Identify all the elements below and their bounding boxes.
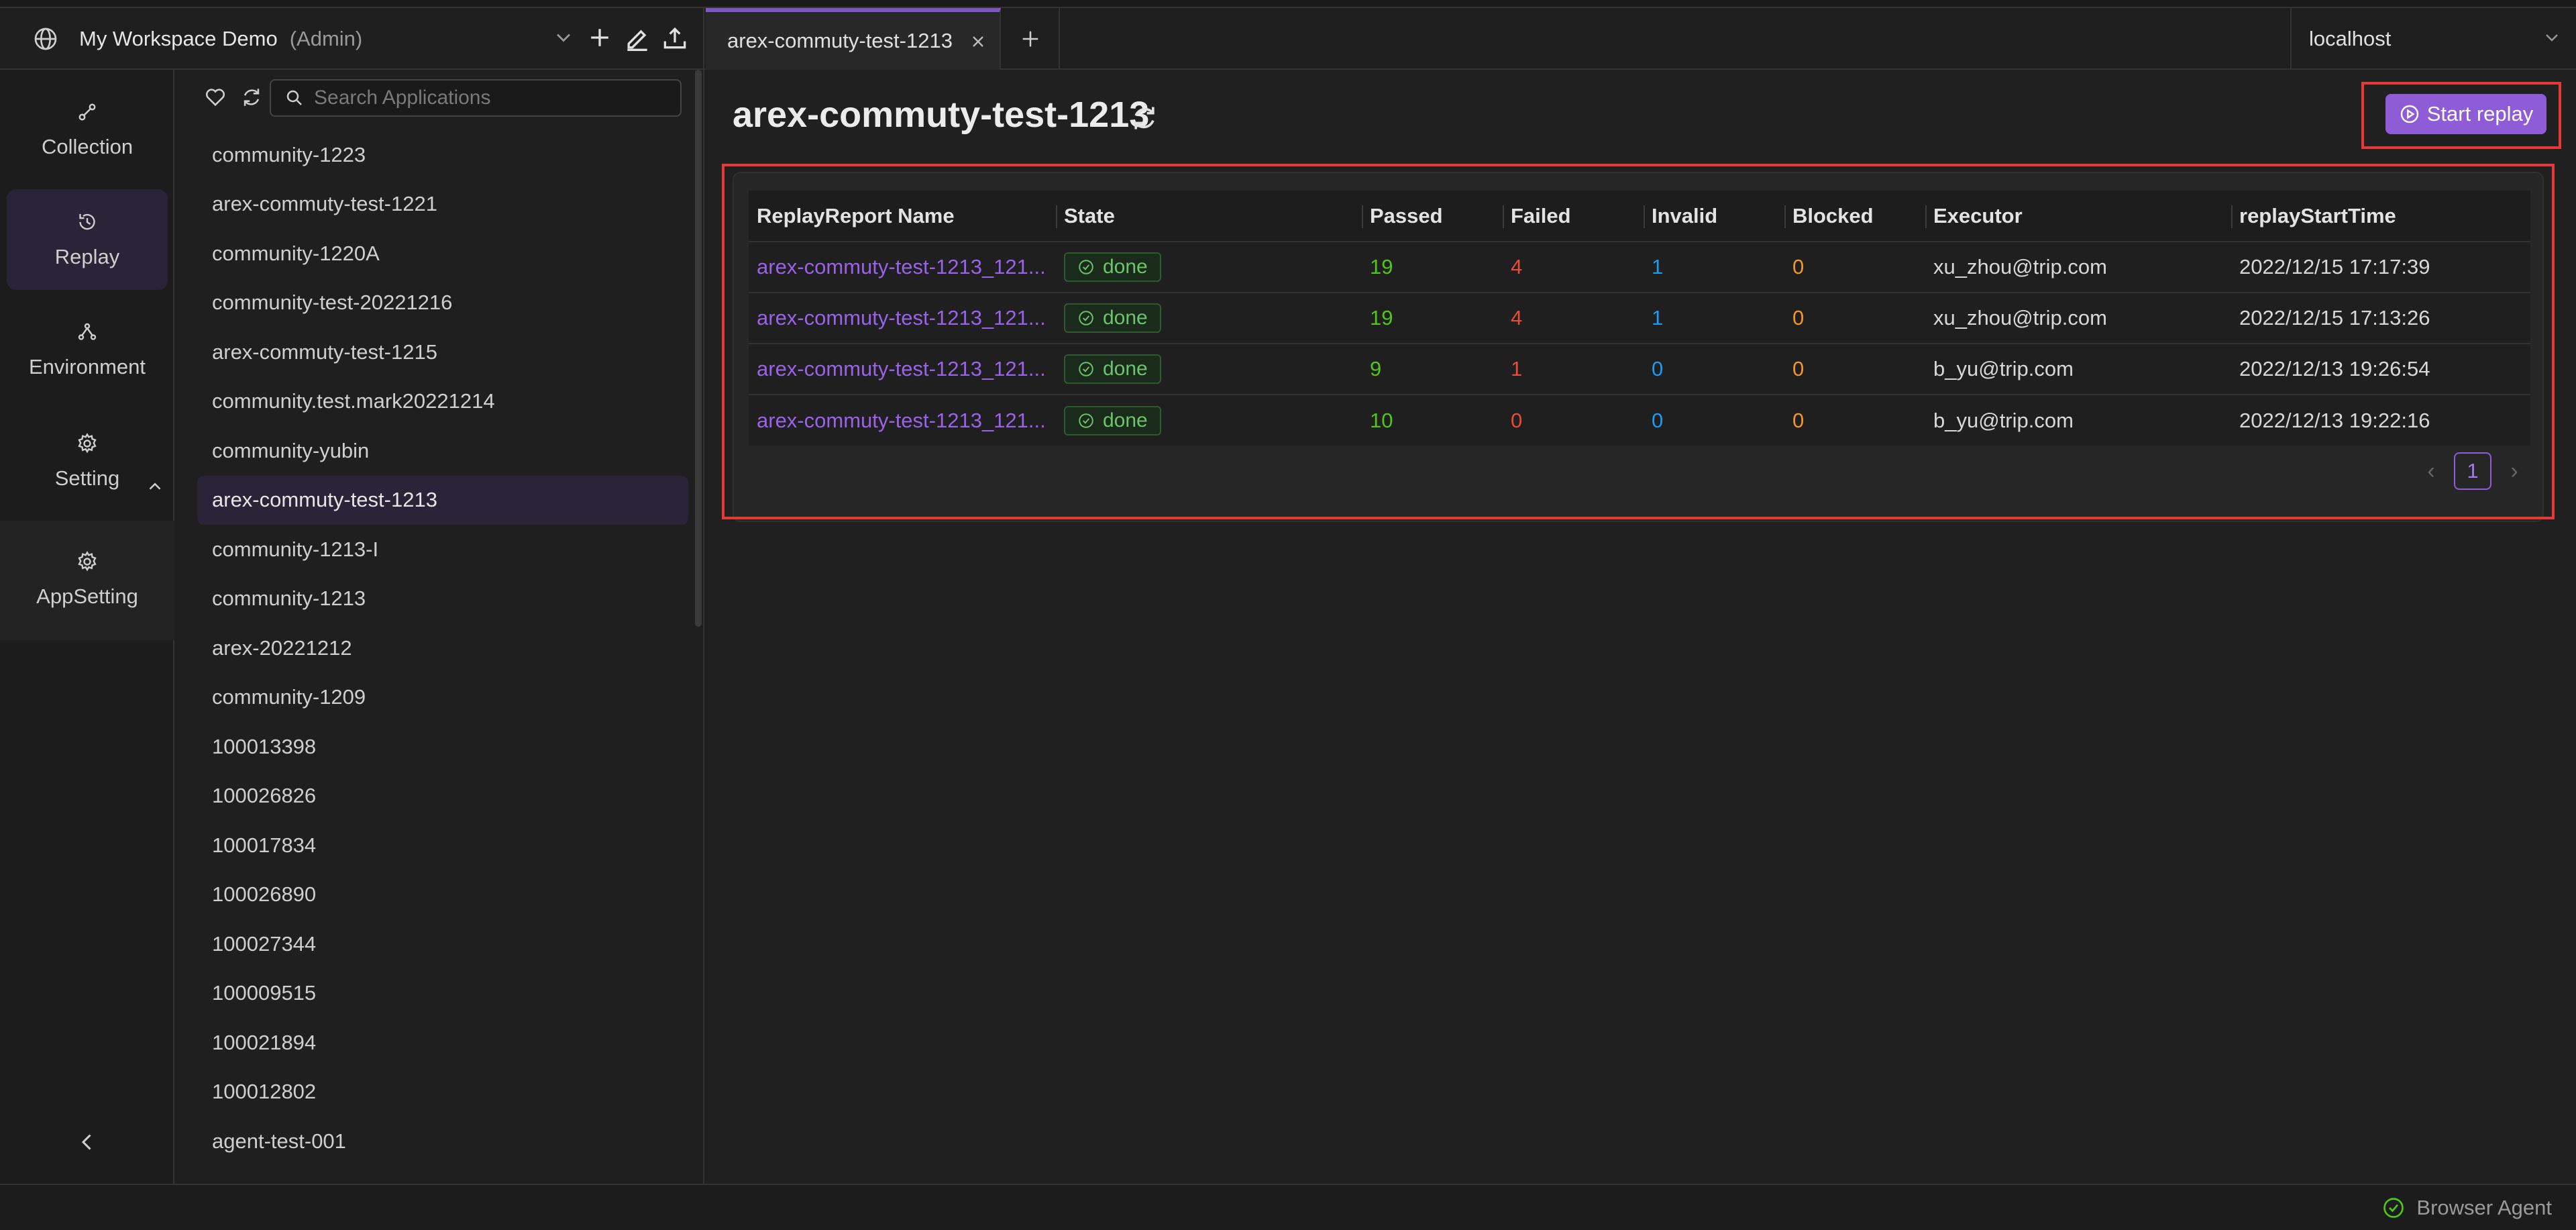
- chevron-up-icon[interactable]: [145, 476, 165, 497]
- application-list: community-1223 arex-commuty-test-1221 comm…: [197, 130, 688, 1166]
- list-item[interactable]: 100009515: [197, 969, 688, 1019]
- nav-item-appsetting[interactable]: AppSetting: [7, 529, 168, 629]
- list-item[interactable]: community-yubin: [197, 426, 688, 476]
- browser-agent-label: Browser Agent: [2416, 1196, 2552, 1219]
- application-panel: community-1223arex-commuty-test-1221comm…: [176, 70, 704, 1184]
- page-title: arex-commuty-test-1213: [733, 95, 1150, 135]
- collection-icon: [78, 103, 96, 121]
- highlight-box-report-table: [722, 164, 2555, 519]
- nav-label: Setting: [54, 466, 120, 490]
- list-item[interactable]: 100027344: [197, 919, 688, 969]
- list-item[interactable]: arex-commuty-test-1213: [197, 475, 688, 525]
- collapse-sidebar-icon[interactable]: [75, 1130, 99, 1154]
- refresh-icon[interactable]: [240, 86, 263, 109]
- nav-label: Collection: [41, 135, 133, 158]
- chevron-down-icon[interactable]: [551, 25, 576, 50]
- check-circle-icon: [2383, 1198, 2404, 1218]
- window-top-edge: [0, 0, 2576, 8]
- application-toolbar: [197, 76, 694, 118]
- environment-icon: [78, 323, 97, 340]
- list-item[interactable]: community-test-20221216: [197, 278, 688, 328]
- globe-icon: [34, 28, 57, 50]
- setting-submenu: AppSetting: [0, 521, 174, 640]
- environment-select[interactable]: localhost: [2290, 8, 2576, 70]
- list-item[interactable]: community.test.mark20221214: [197, 377, 688, 427]
- search-icon: [286, 90, 302, 105]
- list-item[interactable]: arex-20221212: [197, 623, 688, 673]
- list-item[interactable]: community-1209: [197, 673, 688, 723]
- nav-item-collection[interactable]: Collection: [7, 79, 168, 180]
- workspace-role: (Admin): [289, 27, 363, 50]
- nav-item-setting[interactable]: Setting: [7, 411, 168, 511]
- gear-icon: [78, 433, 97, 454]
- list-item[interactable]: 100021894: [197, 1018, 688, 1068]
- list-item[interactable]: arex-commuty-test-1215: [197, 327, 688, 377]
- chevron-down-icon: [2546, 34, 2558, 42]
- list-item[interactable]: community-1223: [197, 130, 688, 180]
- list-item[interactable]: community-1220A: [197, 229, 688, 278]
- browser-agent-status[interactable]: Browser Agent: [2381, 1196, 2552, 1220]
- workspace-title: My Workspace Demo: [79, 27, 278, 50]
- nav-label: AppSetting: [36, 584, 138, 608]
- search-input[interactable]: [314, 87, 676, 109]
- list-item[interactable]: 100017834: [197, 821, 688, 870]
- replay-icon: [79, 213, 95, 230]
- scrollbar[interactable]: [695, 70, 702, 627]
- upload-icon[interactable]: [660, 23, 690, 52]
- list-item[interactable]: 100026826: [197, 772, 688, 821]
- list-item[interactable]: arex-commuty-test-1221: [197, 180, 688, 229]
- search-input-wrapper[interactable]: [270, 79, 682, 117]
- list-item[interactable]: community-1213-I: [197, 525, 688, 574]
- workspace-selector[interactable]: My Workspace Demo (Admin): [0, 8, 704, 70]
- list-item[interactable]: 100012802: [197, 1068, 688, 1117]
- list-item[interactable]: community-1213: [197, 574, 688, 624]
- environment-selected: localhost: [2309, 27, 2392, 50]
- edit-icon[interactable]: [623, 23, 652, 52]
- start-replay-button[interactable]: Start replay: [2385, 94, 2546, 134]
- tab-label: arex-commuty-test-1213: [727, 29, 953, 52]
- nav-label: Environment: [28, 355, 146, 378]
- nav-item-replay[interactable]: Replay: [7, 189, 168, 290]
- status-bar: Browser Agent: [0, 1184, 2576, 1230]
- nav-item-environment[interactable]: Environment: [7, 299, 168, 400]
- start-replay-label: Start replay: [2426, 102, 2534, 125]
- add-tab-button[interactable]: [1002, 8, 1060, 70]
- add-icon[interactable]: [585, 23, 614, 52]
- app-header: My Workspace Demo (Admin) arex-commuty-t…: [0, 8, 2576, 70]
- gear-icon: [78, 551, 97, 572]
- tab-replay-app[interactable]: arex-commuty-test-1213: [706, 8, 1001, 70]
- left-nav: Collection Replay Environment Setting Ap…: [0, 70, 174, 1184]
- close-icon[interactable]: [969, 32, 987, 51]
- heart-icon[interactable]: [204, 86, 227, 109]
- list-item[interactable]: 100013398: [197, 722, 688, 772]
- add-icon: [1022, 31, 1038, 47]
- nav-label: Replay: [54, 245, 120, 268]
- play-circle-icon: [2400, 105, 2418, 123]
- list-item[interactable]: agent-test-001: [197, 1117, 688, 1166]
- list-item[interactable]: 100026890: [197, 870, 688, 920]
- main-content: arex-commuty-test-1213 Start replay Repl…: [706, 70, 2576, 1184]
- refresh-icon[interactable]: [1130, 103, 1159, 133]
